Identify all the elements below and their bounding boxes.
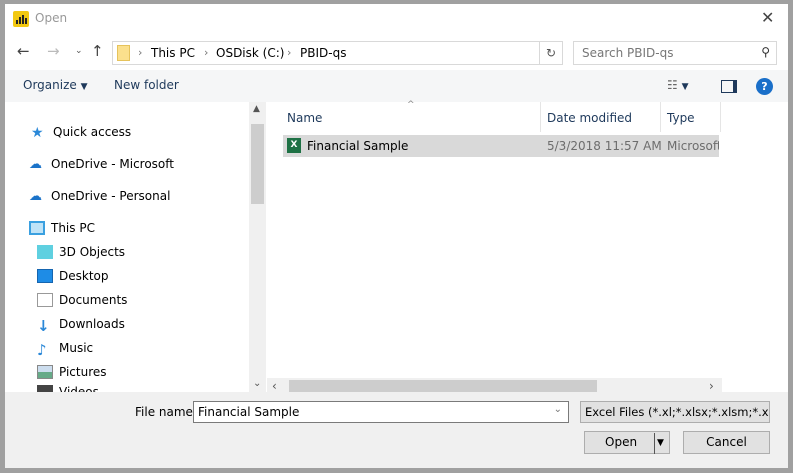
download-icon: ↓ [37, 317, 50, 335]
search-icon[interactable]: ⚲ [761, 45, 770, 59]
navigation-pane: ★ Quick access ☁ OneDrive - Microsoft ☁ One… [5, 102, 266, 393]
sidebar-item-music[interactable]: ♪ Music [37, 339, 94, 359]
cube-icon [37, 245, 53, 259]
new-folder-button[interactable]: New folder [114, 78, 179, 92]
file-type: Microsoft [667, 139, 719, 153]
file-type-select[interactable]: Excel Files (*.xl;*.xlsx;*.xlsm;*.xls [580, 401, 770, 423]
sidebar-item-documents[interactable]: Documents [37, 291, 127, 309]
sidebar-item-this-pc[interactable]: This PC [29, 219, 95, 237]
file-name: Financial Sample [307, 139, 409, 153]
sidebar-item-label: Documents [59, 293, 128, 307]
file-name-label: File name: [135, 405, 197, 419]
sidebar-item-3d-objects[interactable]: 3D Objects [37, 243, 125, 261]
close-icon[interactable]: ✕ [761, 8, 774, 27]
cancel-button[interactable]: Cancel [683, 431, 770, 454]
breadcrumb-pbid-qs[interactable]: PBID-qs [300, 46, 346, 60]
refresh-icon[interactable]: ↻ [540, 41, 563, 65]
view-options-icon[interactable]: ☷ ▼ [667, 78, 689, 92]
forward-arrow-icon[interactable]: → [47, 42, 60, 60]
breadcrumb-this-pc[interactable]: This PC [151, 46, 195, 60]
star-icon: ★ [31, 125, 44, 141]
sidebar-item-pictures[interactable]: Pictures [37, 363, 107, 381]
scroll-thumb[interactable] [251, 124, 264, 204]
help-icon[interactable]: ? [756, 78, 773, 95]
title-bar: Open ✕ [5, 4, 788, 34]
scroll-left-icon[interactable]: ‹ [272, 379, 277, 393]
sidebar-item-label: 3D Objects [59, 245, 126, 259]
search-input[interactable]: Search PBID-qs ⚲ [573, 41, 777, 65]
nav-pane-scrollbar[interactable]: ▲ ⌄ [249, 102, 266, 392]
sidebar-item-label: This PC [51, 221, 95, 235]
organize-button[interactable]: Organize ▼ [23, 78, 88, 92]
power-bi-icon [13, 11, 29, 27]
dropdown-arrow-icon: ▼ [80, 82, 88, 92]
back-arrow-icon[interactable]: ← [17, 42, 30, 60]
sidebar-item-desktop[interactable]: Desktop [37, 267, 109, 285]
recent-chevron-icon[interactable]: ⌄ [75, 46, 83, 56]
pictures-icon [37, 365, 53, 379]
scroll-down-icon[interactable]: ⌄ [253, 378, 261, 389]
up-arrow-icon[interactable]: ↑ [91, 42, 104, 60]
column-header-date[interactable]: Date modified [541, 102, 661, 132]
sidebar-item-label: Desktop [59, 269, 109, 283]
bottom-panel: File name: Financial Sample ⌄ Excel Files… [5, 392, 788, 468]
open-dropdown-icon[interactable]: ▼ [654, 433, 664, 454]
sidebar-item-label: OneDrive - Personal [51, 189, 171, 203]
search-placeholder: Search PBID-qs [582, 46, 674, 60]
chevron-down-icon[interactable]: ⌄ [554, 404, 562, 415]
sidebar-item-onedrive-microsoft[interactable]: ☁ OneDrive - Microsoft [29, 155, 174, 173]
excel-file-icon: X [287, 138, 301, 153]
column-header-name[interactable]: Name [281, 102, 541, 132]
sidebar-item-onedrive-personal[interactable]: ☁ OneDrive - Personal [29, 187, 170, 205]
column-header-type[interactable]: Type [661, 102, 721, 132]
sidebar-item-label: Downloads [59, 317, 125, 331]
organize-label: Organize [23, 78, 77, 92]
address-bar[interactable]: › This PC › OSDisk (C:) › PBID-qs [112, 41, 540, 65]
scroll-right-icon[interactable]: › [709, 379, 714, 393]
sidebar-item-label: Quick access [53, 125, 132, 139]
sidebar-item-label: Music [59, 341, 94, 355]
file-list: ^ Name Date modified Type X Financial Sa… [267, 100, 788, 395]
file-type-value: Excel Files (*.xl;*.xlsx;*.xlsm;*.xls [585, 405, 770, 419]
open-dialog: Open ✕ ← → ⌄ ↑ › This PC › OSDisk (C:) ›… [5, 4, 788, 468]
file-name-value: Financial Sample [198, 405, 300, 419]
toolbar: Organize ▼ New folder ☷ ▼ ? [5, 70, 788, 102]
folder-icon [117, 45, 130, 61]
onedrive-icon: ☁ [29, 157, 42, 172]
monitor-icon [29, 221, 45, 235]
music-icon: ♪ [37, 341, 47, 359]
window-title: Open [35, 11, 68, 25]
navigation-bar: ← → ⌄ ↑ › This PC › OSDisk (C:) › PBID-q… [5, 34, 788, 70]
file-row[interactable]: X Financial Sample 5/3/2018 11:57 AM Mic… [283, 135, 719, 157]
open-label: Open [605, 435, 638, 449]
file-date: 5/3/2018 11:57 AM [547, 139, 662, 153]
document-icon [37, 293, 53, 307]
desktop-icon [37, 269, 53, 283]
file-name-input[interactable]: Financial Sample ⌄ [193, 401, 569, 423]
breadcrumb-osdisk[interactable]: OSDisk (C:) [216, 46, 284, 60]
preview-pane-icon[interactable] [721, 80, 737, 93]
sidebar-item-downloads[interactable]: ↓ Downloads [37, 315, 125, 335]
sidebar-item-label: Pictures [59, 365, 107, 379]
sidebar-item-quick-access[interactable]: ★ Quick access [31, 123, 131, 141]
sidebar-item-label: OneDrive - Microsoft [51, 157, 174, 171]
open-button[interactable]: Open ▼ [584, 431, 670, 454]
scroll-up-icon[interactable]: ▲ [253, 104, 260, 114]
onedrive-icon: ☁ [29, 189, 42, 204]
